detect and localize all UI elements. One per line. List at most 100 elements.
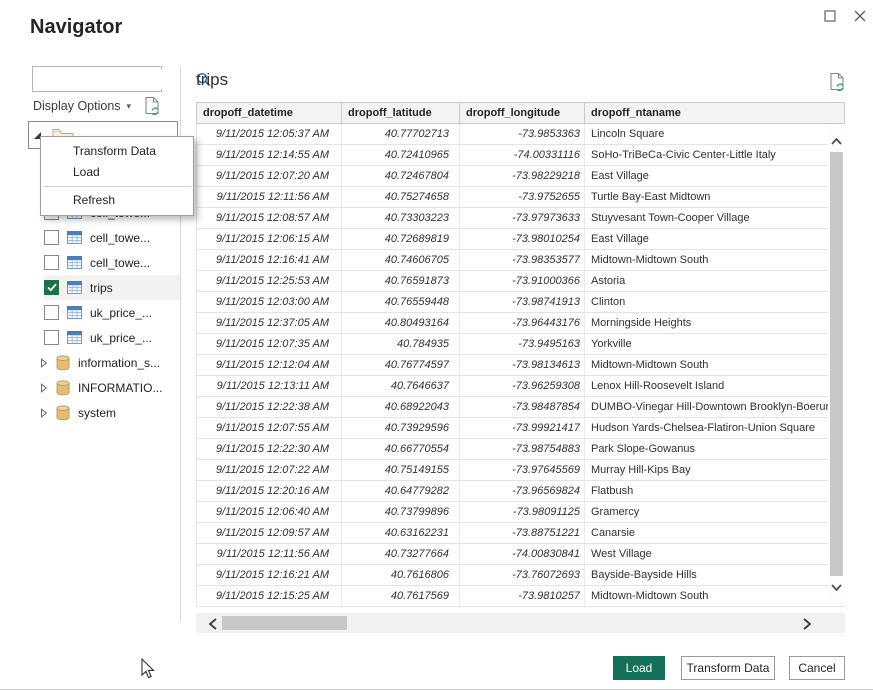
maximize-button[interactable] [817,4,843,28]
scroll-up-icon[interactable] [831,132,842,150]
table-cell: -73.98134613 [460,355,585,376]
expand-arrow-icon[interactable] [40,408,50,418]
database-icon [56,380,70,396]
tree-item-cell-towe[interactable]: cell_towe... [44,225,180,250]
table-cell: -73.96259308 [460,376,585,397]
table-cell: Stuyvesant Town-Cooper Village [585,208,845,229]
preview-table-container: dropoff_datetimedropoff_latitudedropoff_… [196,102,845,607]
load-button[interactable]: Load [613,656,665,680]
display-options-dropdown[interactable]: Display Options ▾ [33,99,131,113]
table-cell: DUMBO-Vinegar Hill-Downtown Brooklyn-Boe… [585,397,845,418]
table-cell: Midtown-Midtown South [585,250,845,271]
table-cell: 9/11/2015 12:16:41 AM [197,250,342,271]
table-cell: -73.98741913 [460,292,585,313]
table-icon [67,281,82,294]
table-cell: 40.77702713 [342,124,460,145]
vertical-scroll-thumb[interactable] [830,152,843,576]
table-cell: East Village [585,229,845,250]
table-cell: 9/11/2015 12:07:55 AM [197,418,342,439]
tree-item-label: uk_price_... [90,331,152,345]
tree-item-uk-price[interactable]: uk_price_... [44,325,180,350]
horizontal-scrollbar[interactable] [196,613,845,633]
search-box[interactable] [32,66,162,92]
close-button[interactable] [847,4,873,28]
table-cell: 9/11/2015 12:07:20 AM [197,166,342,187]
tree-item-uk-price[interactable]: uk_price_... [44,300,180,325]
table-cell: 9/11/2015 12:09:57 AM [197,523,342,544]
table-cell: 9/11/2015 12:20:16 AM [197,481,342,502]
horizontal-scroll-thumb[interactable] [222,616,347,630]
table-cell: 9/11/2015 12:14:55 AM [197,145,342,166]
column-header-dropoff_longitude: dropoff_longitude [460,103,585,124]
checkbox-unchecked[interactable] [44,230,59,245]
table-row: 9/11/2015 12:22:30 AM40.66770554-73.9875… [197,439,845,460]
tree-item-informatio[interactable]: INFORMATIO... [40,375,180,400]
tree-item-trips[interactable]: trips [44,275,180,300]
search-input[interactable] [33,69,196,89]
cancel-button[interactable]: Cancel [789,656,845,680]
expand-arrow-icon[interactable] [40,383,50,393]
table-cell: -73.97645569 [460,460,585,481]
table-cell: -73.76072693 [460,565,585,586]
column-header-dropoff_datetime: dropoff_datetime [197,103,342,124]
table-cell: 40.76774597 [342,355,460,376]
tree-item-label: uk_price_... [90,306,152,320]
table-cell: SoHo-TriBeCa-Civic Center-Little Italy [585,145,845,166]
refresh-tree-icon[interactable] [144,96,162,121]
menu-item-load[interactable]: Load [41,162,193,183]
checkbox-unchecked[interactable] [44,255,59,270]
scroll-left-icon[interactable] [209,617,217,635]
preview-table: dropoff_datetimedropoff_latitudedropoff_… [196,102,845,607]
table-cell: -73.97973633 [460,208,585,229]
table-cell: -73.98353577 [460,250,585,271]
table-row: 9/11/2015 12:07:55 AM40.73929596-73.9992… [197,418,845,439]
table-cell: -74.00830841 [460,544,585,565]
menu-item-transform-data[interactable]: Transform Data [41,141,193,162]
mouse-cursor [140,658,155,684]
table-row: 9/11/2015 12:15:25 AM40.7617569-73.98102… [197,586,845,607]
vertical-scrollbar[interactable] [828,124,845,606]
table-cell: 9/11/2015 12:13:11 AM [197,376,342,397]
scroll-right-icon[interactable] [803,617,811,635]
table-row: 9/11/2015 12:05:37 AM40.77702713-73.9853… [197,124,845,145]
table-cell: 40.72467804 [342,166,460,187]
table-row: 9/11/2015 12:14:55 AM40.72410965-74.0033… [197,145,845,166]
scroll-down-icon[interactable] [831,578,842,596]
tree-item-system[interactable]: system [40,400,180,425]
column-header-dropoff_latitude: dropoff_latitude [342,103,460,124]
table-cell: -73.96443176 [460,313,585,334]
tree-item-information-s[interactable]: information_s... [40,350,180,375]
table-cell: 40.75149155 [342,460,460,481]
table-header-row: dropoff_datetimedropoff_latitudedropoff_… [197,103,845,124]
table-cell: -73.98091125 [460,502,585,523]
database-icon [56,355,70,371]
table-cell: Murray Hill-Kips Bay [585,460,845,481]
menu-item-refresh[interactable]: Refresh [41,190,193,211]
table-cell: 9/11/2015 12:07:22 AM [197,460,342,481]
transform-data-button[interactable]: Transform Data [681,656,775,680]
refresh-preview-icon[interactable] [829,72,847,97]
display-options-label: Display Options [33,99,121,113]
table-cell: 40.64779282 [342,481,460,502]
table-cell: West Village [585,544,845,565]
maximize-icon [824,10,836,22]
table-cell: Bayside-Bayside Hills [585,565,845,586]
checkbox-checked[interactable] [44,280,59,295]
table-cell: 9/11/2015 12:15:25 AM [197,586,342,607]
table-cell: 40.73277664 [342,544,460,565]
table-cell: 9/11/2015 12:16:21 AM [197,565,342,586]
table-row: 9/11/2015 12:12:04 AM40.76774597-73.9813… [197,355,845,376]
tree-item-cell-towe[interactable]: cell_towe... [44,250,180,275]
table-cell: -73.99921417 [460,418,585,439]
checkbox-unchecked[interactable] [44,305,59,320]
table-cell: Midtown-Midtown South [585,586,845,607]
table-cell: 9/11/2015 12:37:05 AM [197,313,342,334]
tree-item-label: INFORMATIO... [78,381,162,395]
tree-item-label: cell_towe... [90,256,150,270]
checkbox-unchecked[interactable] [44,330,59,345]
expand-arrow-icon[interactable] [40,358,50,368]
table-cell: -73.9495163 [460,334,585,355]
table-cell: 40.73929596 [342,418,460,439]
table-cell: 40.66770554 [342,439,460,460]
context-menu: Transform Data Load Refresh [40,136,194,216]
